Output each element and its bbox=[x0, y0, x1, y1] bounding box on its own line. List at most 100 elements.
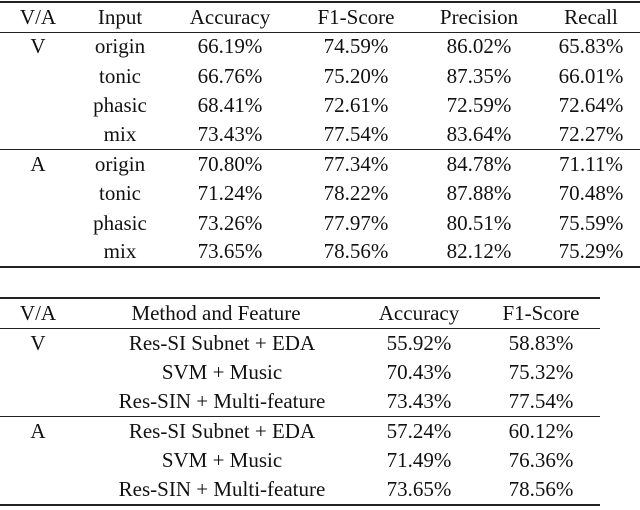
method-cell: Res-SIN + Multi-feature bbox=[118, 477, 326, 502]
method-comparison-table: V/A Method and Feature Accuracy F1-Score… bbox=[0, 297, 600, 506]
table2-group-arousal: A Res-SI Subnet + EDA 57.24% 60.12% SVM … bbox=[0, 416, 600, 506]
input-cell: origin bbox=[76, 149, 164, 179]
precision-cell: 86.02% bbox=[446, 34, 512, 59]
header-va: V/A bbox=[0, 298, 76, 329]
table-row: SVM + Music 70.43% 75.32% bbox=[0, 358, 600, 388]
accuracy-cell: 70.43% bbox=[386, 359, 452, 384]
group-label-empty bbox=[0, 358, 76, 388]
f1-cell: 77.34% bbox=[296, 149, 416, 179]
precision-cell: 83.64% bbox=[446, 122, 512, 147]
table-row: phasic 68.41% 72.61% 72.59% 72.64% bbox=[0, 91, 640, 120]
recall-cell: 75.29% bbox=[558, 239, 624, 264]
input-cell: mix bbox=[103, 239, 137, 264]
table1-group-valence: V origin 66.19% 74.59% 86.02% 65.83% ton… bbox=[0, 32, 640, 150]
accuracy-cell: 73.65% bbox=[197, 239, 263, 264]
f1-cell: 76.36% bbox=[508, 448, 574, 473]
table-row: A Res-SI Subnet + EDA 57.24% 60.12% bbox=[0, 416, 600, 446]
recall-cell: 65.83% bbox=[558, 34, 624, 59]
header-accuracy: Accuracy bbox=[356, 298, 482, 329]
f1-cell: 77.54% bbox=[323, 122, 389, 147]
group-label-empty bbox=[0, 91, 76, 120]
table-row: A origin 70.80% 77.34% 84.78% 71.11% bbox=[0, 149, 640, 179]
table2-group-valence: V Res-SI Subnet + EDA 55.92% 58.83% SVM … bbox=[0, 328, 600, 417]
input-cell: mix bbox=[103, 122, 137, 147]
group-label: V bbox=[30, 34, 46, 59]
accuracy-cell: 57.24% bbox=[356, 416, 482, 446]
accuracy-cell: 73.43% bbox=[386, 389, 452, 413]
group-label: A bbox=[0, 149, 76, 179]
recall-cell: 72.64% bbox=[558, 92, 624, 117]
header-f1-score: F1-Score bbox=[482, 298, 600, 329]
header-va: V/A bbox=[0, 2, 76, 33]
accuracy-cell: 71.49% bbox=[386, 448, 452, 473]
f1-cell: 75.20% bbox=[323, 63, 389, 88]
table-row: V Res-SI Subnet + EDA 55.92% 58.83% bbox=[0, 328, 600, 358]
input-comparison-table: V/A Input Accuracy F1-Score Precision Re… bbox=[0, 1, 640, 269]
group-label: V bbox=[30, 330, 46, 355]
header-f1-score: F1-Score bbox=[296, 2, 416, 33]
f1-cell: 78.56% bbox=[508, 477, 574, 502]
accuracy-cell: 73.26% bbox=[197, 210, 263, 235]
method-cell: Res-SIN + Multi-feature bbox=[118, 389, 326, 413]
f1-cell: 78.56% bbox=[323, 239, 389, 264]
header-accuracy: Accuracy bbox=[164, 2, 296, 33]
group-label-empty bbox=[0, 208, 76, 237]
precision-cell: 84.78% bbox=[416, 149, 542, 179]
input-cell: phasic bbox=[93, 210, 147, 235]
table-row: tonic 66.76% 75.20% 87.35% 66.01% bbox=[0, 61, 640, 90]
group-label-empty bbox=[0, 120, 76, 149]
input-cell: phasic bbox=[93, 92, 147, 117]
group-label-empty bbox=[0, 61, 76, 90]
f1-cell: 77.54% bbox=[508, 389, 574, 413]
table-row: SVM + Music 71.49% 76.36% bbox=[0, 446, 600, 476]
f1-cell: 77.97% bbox=[323, 210, 389, 235]
recall-cell: 72.27% bbox=[558, 122, 624, 147]
input-cell: tonic bbox=[99, 181, 141, 206]
input-cell: tonic bbox=[99, 63, 141, 88]
table2-header-row: V/A Method and Feature Accuracy F1-Score bbox=[0, 298, 600, 329]
accuracy-cell: 66.19% bbox=[197, 34, 263, 59]
recall-cell: 71.11% bbox=[542, 149, 640, 179]
group-label-empty bbox=[0, 238, 76, 267]
precision-cell: 82.12% bbox=[446, 239, 512, 264]
method-cell: Res-SI Subnet + EDA bbox=[76, 416, 356, 446]
accuracy-cell: 70.80% bbox=[164, 149, 296, 179]
f1-cell: 75.32% bbox=[508, 359, 574, 384]
table-row: V origin 66.19% 74.59% 86.02% 65.83% bbox=[0, 32, 640, 61]
accuracy-cell: 73.65% bbox=[386, 477, 452, 502]
accuracy-cell: 68.41% bbox=[197, 92, 263, 117]
table1-group-arousal: A origin 70.80% 77.34% 84.78% 71.11% ton… bbox=[0, 149, 640, 268]
f1-cell: 58.83% bbox=[508, 330, 574, 355]
input-cell: origin bbox=[94, 34, 146, 59]
precision-cell: 80.51% bbox=[446, 210, 512, 235]
accuracy-cell: 55.92% bbox=[386, 330, 452, 355]
precision-cell: 87.35% bbox=[446, 63, 512, 88]
method-cell: Res-SI Subnet + EDA bbox=[128, 330, 316, 355]
group-label-empty bbox=[0, 446, 76, 476]
table-row: tonic 71.24% 78.22% 87.88% 70.48% bbox=[0, 179, 640, 208]
table-row-best: Res-SIN + Multi-feature 73.43% 77.54% bbox=[0, 387, 600, 417]
precision-cell: 87.88% bbox=[446, 181, 512, 206]
recall-cell: 66.01% bbox=[558, 63, 624, 88]
f1-cell: 72.61% bbox=[323, 92, 389, 117]
table-row-best: Res-SIN + Multi-feature 73.65% 78.56% bbox=[0, 476, 600, 506]
accuracy-cell: 73.43% bbox=[197, 122, 263, 147]
header-input: Input bbox=[76, 2, 164, 33]
precision-cell: 72.59% bbox=[446, 92, 512, 117]
recall-cell: 70.48% bbox=[558, 181, 624, 206]
group-label-empty bbox=[0, 387, 76, 417]
accuracy-cell: 71.24% bbox=[197, 181, 263, 206]
f1-cell: 60.12% bbox=[482, 416, 600, 446]
method-cell: SVM + Music bbox=[161, 448, 283, 473]
group-label: A bbox=[0, 416, 76, 446]
f1-cell: 74.59% bbox=[323, 34, 389, 59]
recall-cell: 75.59% bbox=[558, 210, 624, 235]
f1-cell: 78.22% bbox=[323, 181, 389, 206]
method-cell: SVM + Music bbox=[161, 359, 283, 384]
table-row: phasic 73.26% 77.97% 80.51% 75.59% bbox=[0, 208, 640, 237]
table-row-best: mix 73.65% 78.56% 82.12% 75.29% bbox=[0, 238, 640, 267]
group-label-empty bbox=[0, 476, 76, 506]
table1-header-row: V/A Input Accuracy F1-Score Precision Re… bbox=[0, 2, 640, 33]
header-precision: Precision bbox=[416, 2, 542, 33]
accuracy-cell: 66.76% bbox=[197, 63, 263, 88]
